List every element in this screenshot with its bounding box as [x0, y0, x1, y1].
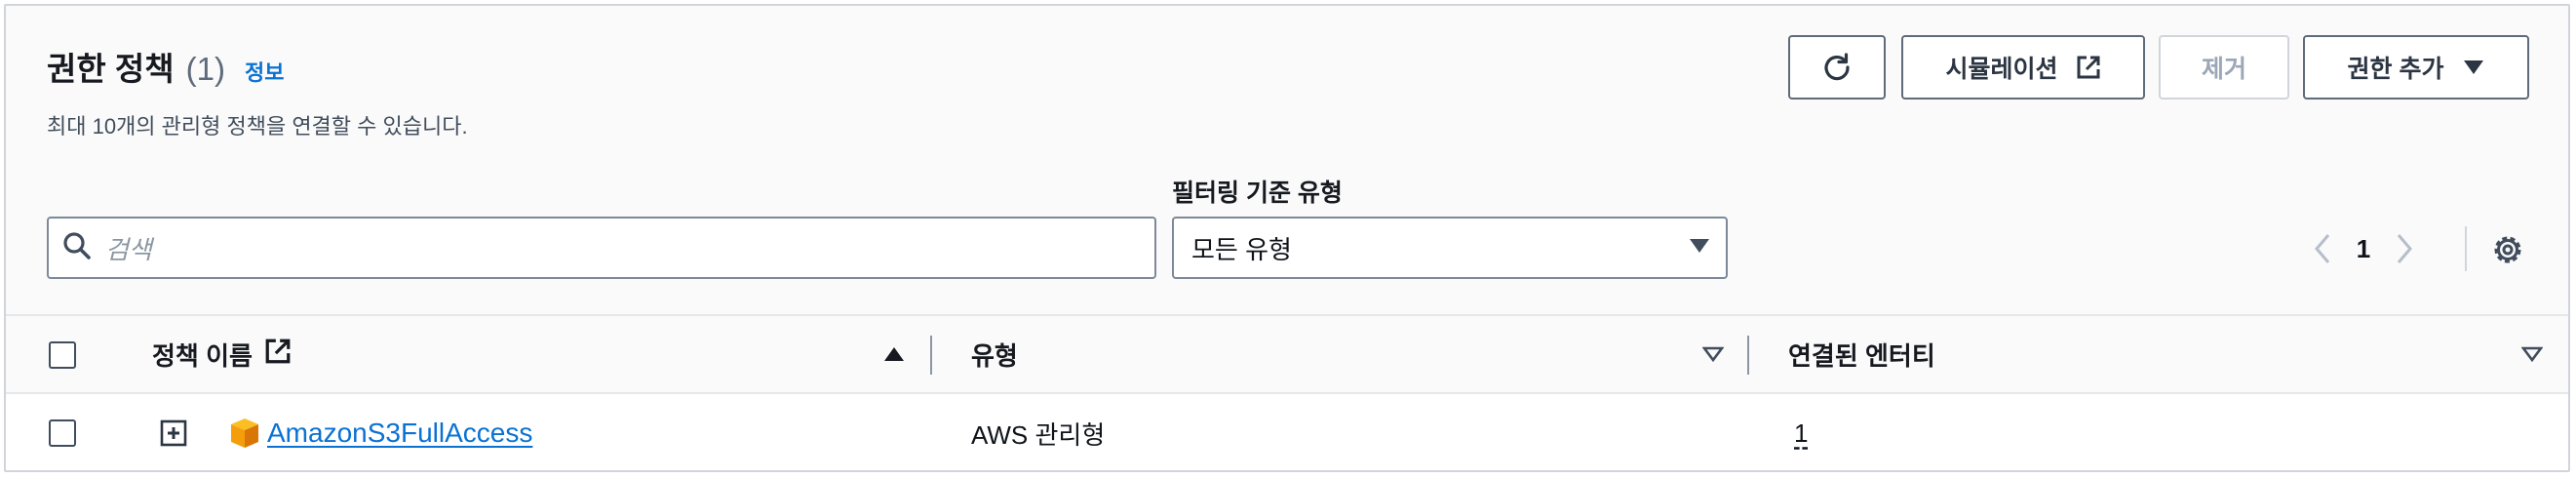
- search-input[interactable]: 검색: [47, 217, 1156, 279]
- sort-unsorted-icon[interactable]: [1698, 339, 1728, 369]
- pagination-divider: [2465, 226, 2467, 271]
- current-page[interactable]: 1: [2342, 234, 2385, 264]
- policy-name[interactable]: AmazonS3FullAccess: [267, 418, 532, 449]
- add-permissions-button[interactable]: 권한 추가: [2303, 35, 2529, 100]
- remove-label: 제거: [2201, 56, 2246, 83]
- column-header-policy-name[interactable]: 정책 이름: [152, 316, 292, 392]
- select-all-checkbox[interactable]: [49, 341, 76, 369]
- external-link-icon: [264, 338, 292, 372]
- pagination: 1: [2303, 222, 2424, 275]
- column-label: 유형: [971, 340, 1018, 371]
- caret-down-icon: [1689, 238, 1710, 259]
- next-page-icon[interactable]: [2385, 222, 2424, 275]
- sort-ascending-icon[interactable]: [879, 339, 909, 369]
- panel-header: 권한 정책 (1) 정보 최대 10개의 관리형 정책을 연결할 수 있습니다.…: [6, 6, 2568, 314]
- column-label: 정책 이름: [152, 340, 253, 371]
- refresh-button[interactable]: [1788, 35, 1886, 100]
- attached-entities-count[interactable]: 1: [1794, 418, 1808, 449]
- previous-page-icon[interactable]: [2303, 222, 2342, 275]
- add-permissions-label: 권한 추가: [2347, 56, 2444, 83]
- column-label: 연결된 엔터티: [1788, 340, 1935, 371]
- permissions-policies-panel: 권한 정책 (1) 정보 최대 10개의 관리형 정책을 연결할 수 있습니다.…: [4, 4, 2570, 472]
- expand-icon[interactable]: [160, 394, 187, 470]
- column-divider[interactable]: [930, 336, 932, 375]
- simulation-button[interactable]: 시뮬레이션: [1901, 35, 2145, 100]
- refresh-icon: [1821, 52, 1853, 83]
- type-filter-value: 모든 유형: [1191, 234, 1292, 264]
- external-link-icon: [2076, 55, 2101, 80]
- settings-gear-icon[interactable]: [2486, 228, 2529, 271]
- aws-managed-policy-icon: [228, 394, 261, 470]
- panel-title: 권한 정책: [47, 51, 175, 87]
- table-row[interactable]: AmazonS3FullAccess AWS 관리형 1: [6, 394, 2568, 470]
- remove-button[interactable]: 제거: [2159, 35, 2289, 100]
- info-link[interactable]: 정보: [245, 56, 284, 87]
- attached-entities-cell[interactable]: 1: [1794, 394, 1808, 470]
- title-row: 권한 정책 (1) 정보: [47, 43, 284, 90]
- search-icon: [62, 231, 92, 265]
- row-checkbox[interactable]: [49, 419, 76, 447]
- type-filter-select[interactable]: 모든 유형: [1172, 217, 1728, 279]
- policy-name-link[interactable]: AmazonS3FullAccess: [267, 394, 532, 470]
- caret-down-icon: [2463, 60, 2484, 75]
- filter-type-label: 필터링 기준 유형: [1172, 179, 1343, 207]
- column-divider[interactable]: [1747, 336, 1749, 375]
- panel-description: 최대 10개의 관리형 정책을 연결할 수 있습니다.: [47, 114, 468, 139]
- column-header-type[interactable]: 유형: [971, 316, 1018, 392]
- table-header: 정책 이름 유형 연결된 엔터티: [6, 314, 2568, 394]
- policy-count: (1): [185, 51, 225, 87]
- policy-type: AWS 관리형: [971, 419, 1106, 450]
- policy-type-cell: AWS 관리형: [971, 394, 1106, 470]
- simulation-label: 시뮬레이션: [1945, 56, 2058, 83]
- sort-unsorted-icon[interactable]: [2517, 339, 2547, 369]
- column-header-attached-entities[interactable]: 연결된 엔터티: [1788, 316, 1935, 392]
- search-placeholder: 검색: [105, 234, 152, 264]
